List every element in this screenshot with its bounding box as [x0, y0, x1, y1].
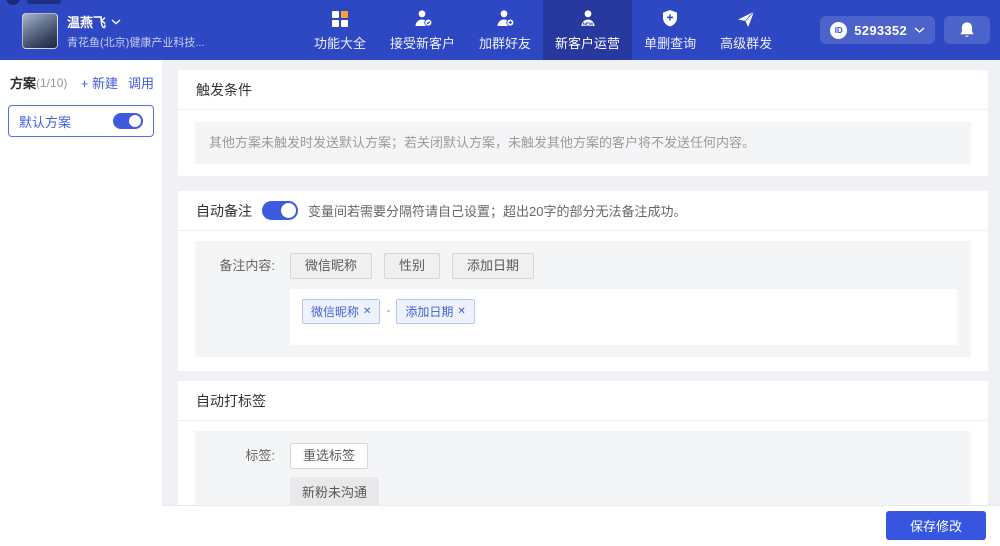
user-name: 温燕飞: [67, 15, 107, 30]
person-check-icon: [413, 9, 433, 28]
user-company: 青花鱼(北京)健康产业科技...: [67, 37, 205, 49]
auto-remark-toggle[interactable]: [262, 201, 298, 220]
top-navbar: 温燕飞 青花鱼(北京)健康产业科技... 功能大全 接受新客户 加群好友 NEW…: [0, 0, 1000, 60]
bell-icon: [960, 22, 974, 37]
save-button[interactable]: 保存修改: [885, 511, 986, 540]
account-id-dropdown[interactable]: ID 5293352: [820, 16, 935, 44]
chevron-down-icon: [914, 26, 925, 33]
grid-icon: [331, 9, 349, 28]
nav-item-new-customer-ops[interactable]: NEW 新客户运营: [543, 0, 633, 60]
nav-label: 新客户运营: [555, 35, 621, 51]
plans-title: 方案: [10, 76, 37, 91]
remark-content-label: 备注内容:: [219, 258, 275, 273]
footer-bar: 保存修改: [0, 505, 1000, 546]
nav-label: 单删查询: [644, 35, 697, 51]
trigger-condition-info: 其他方案未触发时发送默认方案；若关闭默认方案，未触发其他方案的客户将不发送任何内…: [195, 122, 971, 164]
selected-variable-label: 添加日期: [405, 305, 454, 319]
header-right: ID 5293352: [820, 16, 990, 44]
variable-button-add-date[interactable]: 添加日期: [452, 253, 535, 279]
selected-variable-label: 微信昵称: [311, 305, 360, 319]
trigger-condition-title: 触发条件: [196, 81, 252, 98]
auto-tag-title: 自动打标签: [196, 392, 266, 409]
variable-button-wechat-nickname[interactable]: 微信昵称: [290, 253, 373, 279]
auto-tag-card: 自动打标签 标签: 重选标签 新粉未沟通: [178, 381, 988, 505]
nav-label: 功能大全: [314, 35, 367, 51]
nav-item-delete-check[interactable]: 单删查询: [632, 0, 708, 60]
new-plan-button[interactable]: + 新建: [81, 73, 118, 92]
remove-icon[interactable]: ✕: [363, 306, 371, 317]
plan-item-default[interactable]: 默认方案: [8, 105, 154, 137]
remark-panel: 备注内容: 微信昵称 性别 添加日期 微信昵称 ✕ - 添加日期 ✕: [195, 241, 971, 357]
nav-item-features[interactable]: 功能大全: [302, 0, 378, 60]
tag-label: 标签:: [245, 448, 275, 463]
remark-editor[interactable]: 微信昵称 ✕ - 添加日期 ✕: [290, 289, 957, 345]
tag-new-fan: 新粉未沟通: [290, 477, 380, 505]
selected-variable-add-date[interactable]: 添加日期 ✕: [396, 299, 475, 324]
nav-label: 加群好友: [479, 35, 532, 51]
sidebar-header: 方案 (1/10) + 新建 调用: [0, 60, 162, 102]
send-plane-icon: [737, 9, 755, 28]
plan-toggle[interactable]: [113, 113, 143, 129]
plans-count: (1/10): [36, 75, 68, 90]
plan-name: 默认方案: [19, 114, 72, 130]
separator-text: -: [386, 303, 391, 317]
clipped-top-text: [27, 0, 61, 4]
main-nav: 功能大全 接受新客户 加群好友 NEW 新客户运营 单删查询 高级群发: [302, 0, 784, 60]
auto-remark-card: 自动备注 变量间若需要分隔符请自己设置；超出20字的部分无法备注成功。 备注内容…: [178, 191, 988, 371]
tag-panel: 标签: 重选标签 新粉未沟通: [195, 431, 971, 505]
reselect-tags-button[interactable]: 重选标签: [290, 443, 369, 469]
account-id: 5293352: [854, 22, 907, 38]
nav-item-accept-customers[interactable]: 接受新客户: [378, 0, 467, 60]
app-window: 温燕飞 青花鱼(北京)健康产业科技... 功能大全 接受新客户 加群好友 NEW…: [0, 0, 1000, 546]
nav-label: 高级群发: [720, 35, 773, 51]
notifications-button[interactable]: [944, 16, 990, 44]
footer-divider: [162, 505, 1000, 506]
chevron-down-icon[interactable]: [111, 19, 121, 25]
person-add-icon: [495, 9, 515, 28]
remove-icon[interactable]: ✕: [457, 306, 465, 317]
selected-variable-wechat-nickname[interactable]: 微信昵称 ✕: [302, 299, 381, 324]
plan-sidebar: 方案 (1/10) + 新建 调用 默认方案: [0, 60, 162, 546]
nav-item-mass-send[interactable]: 高级群发: [708, 0, 784, 60]
nav-item-add-group-friends[interactable]: 加群好友: [467, 0, 543, 60]
variable-button-gender[interactable]: 性别: [384, 253, 441, 279]
invoke-plan-button[interactable]: 调用: [128, 73, 154, 92]
variable-buttons: 微信昵称 性别 添加日期: [290, 253, 535, 279]
main-content: 触发条件 其他方案未触发时发送默认方案；若关闭默认方案，未触发其他方案的客户将不…: [162, 60, 1000, 505]
nav-label: 接受新客户: [390, 35, 456, 51]
person-new-icon: NEW: [578, 9, 598, 28]
avatar[interactable]: [22, 13, 58, 49]
svg-text:NEW: NEW: [582, 21, 593, 26]
shield-icon: [661, 9, 679, 28]
clipped-top-icon: [6, 0, 20, 5]
trigger-condition-card: 触发条件 其他方案未触发时发送默认方案；若关闭默认方案，未触发其他方案的客户将不…: [178, 70, 988, 176]
user-meta: 温燕飞 青花鱼(北京)健康产业科技...: [67, 12, 205, 50]
auto-remark-title: 自动备注: [196, 202, 252, 219]
id-icon: ID: [830, 21, 848, 39]
auto-remark-note: 变量间若需要分隔符请自己设置；超出20字的部分无法备注成功。: [308, 204, 687, 219]
account-block[interactable]: 温燕飞 青花鱼(北京)健康产业科技...: [22, 12, 205, 50]
